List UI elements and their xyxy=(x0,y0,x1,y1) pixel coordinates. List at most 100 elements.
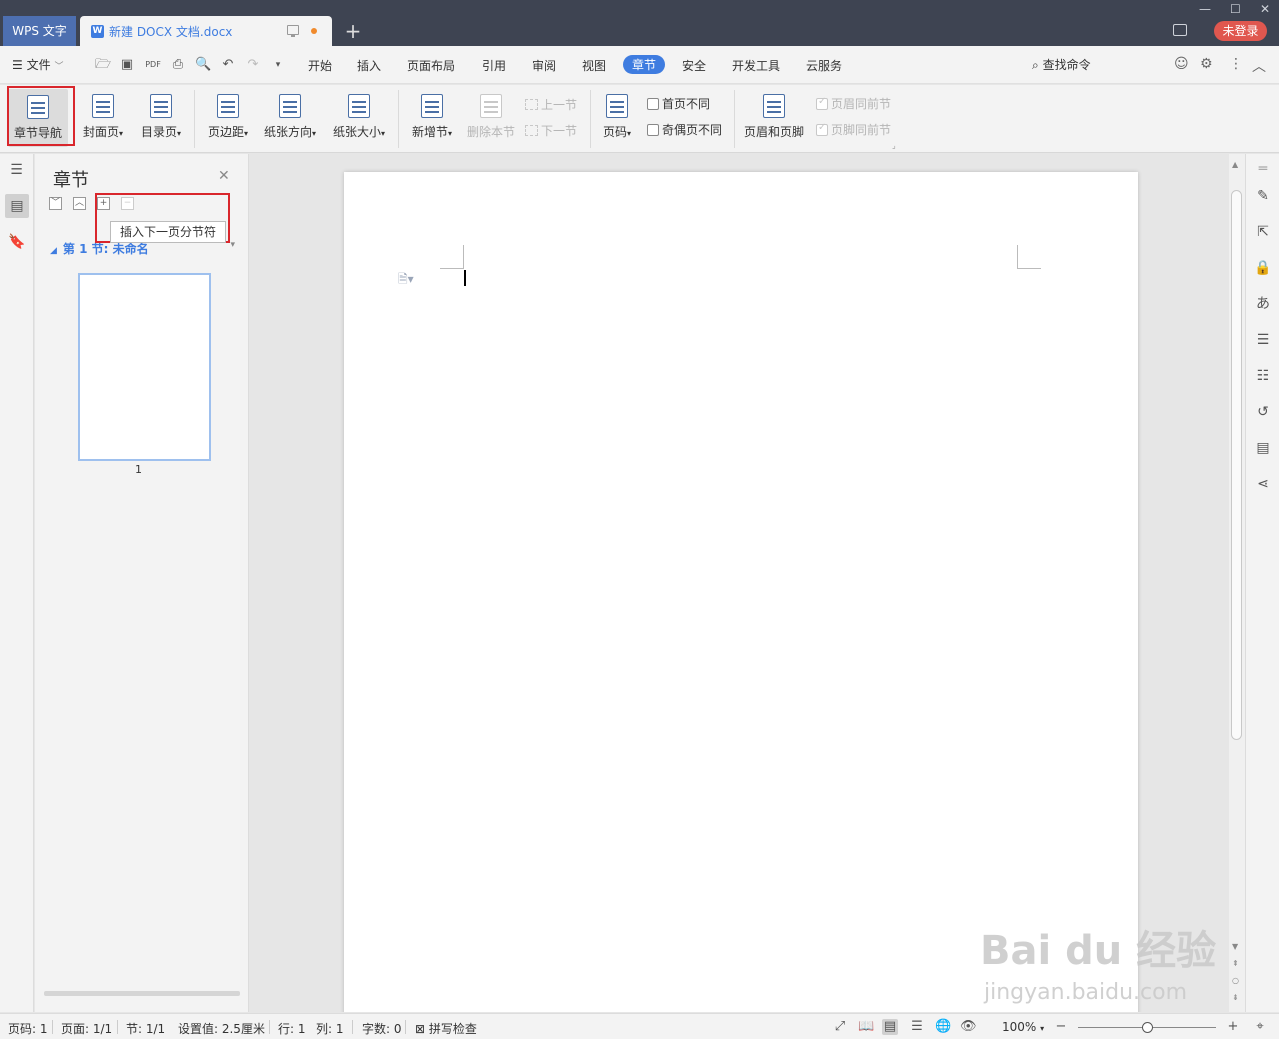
margins-button[interactable]: 页边距▾ xyxy=(202,85,254,153)
outline-view-icon[interactable]: ☰ xyxy=(909,1019,925,1035)
more-icon[interactable]: ⋮ xyxy=(1229,56,1243,72)
baidu-watermark-logo: Bai du 经验 xyxy=(980,928,1217,974)
undo-icon[interactable]: ↶ xyxy=(220,57,236,73)
settings-sliders-icon[interactable]: ☷ xyxy=(1254,367,1272,385)
odd-even-different-checkbox[interactable]: 奇偶页不同 xyxy=(647,121,722,138)
menu-review[interactable]: 审阅 xyxy=(532,57,556,74)
next-section-icon xyxy=(525,125,538,136)
bookmark-icon[interactable]: 🔖 xyxy=(8,234,25,251)
prev-section-button[interactable]: 上一节 xyxy=(525,96,577,113)
customize-icon[interactable]: ▾ xyxy=(270,57,286,73)
menu-developer[interactable]: 开发工具 xyxy=(732,57,780,74)
scroll-up-icon[interactable]: ▲ xyxy=(1232,160,1238,169)
outline-list-icon[interactable]: ☰ xyxy=(1254,331,1272,349)
checkbox-icon xyxy=(647,124,659,136)
gear-icon[interactable]: ⚙ xyxy=(1200,56,1213,72)
dialog-launcher-icon[interactable]: ⌟ xyxy=(892,141,896,150)
minimize-icon[interactable]: — xyxy=(1199,2,1211,16)
pdf-icon[interactable]: PDF xyxy=(145,57,161,73)
status-divider xyxy=(352,1020,353,1034)
menu-insert[interactable]: 插入 xyxy=(357,57,381,74)
first-page-different-checkbox[interactable]: 首页不同 xyxy=(647,95,710,112)
panel-scrollbar[interactable] xyxy=(44,991,240,996)
header-footer-icon xyxy=(763,94,785,118)
close-window-icon[interactable]: ✕ xyxy=(1260,2,1270,16)
new-section-button[interactable]: 新增节▾ xyxy=(406,85,458,153)
orientation-button[interactable]: 纸张方向▾ xyxy=(260,85,320,153)
page-thumbnail[interactable] xyxy=(78,273,211,461)
scroll-down-icon[interactable]: ▼ xyxy=(1232,942,1238,951)
highlight-box xyxy=(7,86,75,146)
print-preview-icon[interactable]: 🔍 xyxy=(195,57,211,73)
redo-icon[interactable]: ↷ xyxy=(245,57,261,73)
menu-cloud[interactable]: 云服务 xyxy=(806,57,842,74)
print-icon[interactable]: ⎙ xyxy=(170,57,186,73)
outline-icon[interactable]: ☰ xyxy=(8,162,25,179)
feedback-icon[interactable]: ☺ xyxy=(1174,56,1189,72)
reading-view-icon[interactable]: 📖 xyxy=(858,1019,874,1035)
status-column: 列: 1 xyxy=(316,1022,344,1036)
browse-object-icon[interactable]: ○ xyxy=(1232,976,1239,985)
page-number-button[interactable]: 页码▾ xyxy=(596,85,638,153)
zoom-level[interactable]: 100% ▾ xyxy=(1002,1020,1044,1034)
zoom-in-icon[interactable]: + xyxy=(1225,1019,1241,1035)
fit-page-icon[interactable]: ⌖ xyxy=(1252,1019,1268,1035)
history-icon[interactable]: ↺ xyxy=(1254,403,1272,421)
window-layout-icon[interactable] xyxy=(1173,24,1187,36)
lock-icon[interactable]: 🔒 xyxy=(1254,259,1272,277)
document-info-icon[interactable]: ▤ xyxy=(1254,439,1272,457)
baidu-watermark-url: jingyan.baidu.com xyxy=(984,980,1188,1005)
footer-same-as-prev-checkbox[interactable]: 页脚同前节 xyxy=(816,121,891,138)
document-page[interactable]: 🗎▾ xyxy=(344,172,1138,1012)
spell-check-button[interactable]: ⊠ 拼写检查 xyxy=(415,1020,477,1037)
pen-icon[interactable]: ✎ xyxy=(1254,187,1272,205)
file-menu[interactable]: ☰ 文件 ﹀ xyxy=(12,56,63,73)
document-tab[interactable]: W 新建 DOCX 文档.docx xyxy=(80,16,332,46)
app-tab[interactable]: WPS 文字 xyxy=(3,16,76,46)
zoom-slider-knob[interactable] xyxy=(1142,1022,1153,1033)
menu-section[interactable]: 章节 xyxy=(623,55,666,74)
paper-size-button[interactable]: 纸张大小▾ xyxy=(329,85,389,153)
login-button[interactable]: 未登录 xyxy=(1214,21,1267,41)
menu-page-layout[interactable]: 页面布局 xyxy=(407,57,455,74)
page-view-icon[interactable]: ▤ xyxy=(882,1019,898,1035)
menu-references[interactable]: 引用 xyxy=(482,57,506,74)
drag-handle-icon: ═ xyxy=(1258,161,1268,177)
menu-home[interactable]: 开始 xyxy=(308,57,332,74)
maximize-icon[interactable]: ☐ xyxy=(1230,2,1241,16)
zoom-out-icon[interactable]: − xyxy=(1053,1019,1069,1035)
translate-icon[interactable]: あ xyxy=(1254,295,1272,313)
close-icon[interactable]: ✕ xyxy=(218,168,230,184)
collapse-all-icon[interactable]: ︿ xyxy=(73,197,86,210)
menu-view[interactable]: 视图 xyxy=(582,57,606,74)
vertical-scrollbar[interactable]: ▲ ▼ ⇞ ○ ⇟ xyxy=(1229,154,1245,1012)
toc-page-button[interactable]: 目录页▾ xyxy=(136,85,186,153)
save-icon[interactable]: ▣ xyxy=(119,57,135,73)
page-number-label: 页码▾ xyxy=(602,125,632,139)
paragraph-options-icon[interactable]: 🗎▾ xyxy=(398,270,414,291)
section-panel-icon[interactable]: ▤ xyxy=(5,194,29,218)
cover-page-button[interactable]: 封面页▾ xyxy=(78,85,128,153)
screen-icon[interactable] xyxy=(287,25,299,37)
status-divider xyxy=(269,1020,270,1034)
fullscreen-icon[interactable]: ⤢ xyxy=(832,1019,848,1035)
expand-all-icon[interactable]: ﹀ xyxy=(49,197,62,210)
share-icon[interactable]: ⋖ xyxy=(1254,475,1272,493)
next-page-icon[interactable]: ⇟ xyxy=(1232,993,1239,1002)
prev-page-icon[interactable]: ⇞ xyxy=(1232,959,1239,968)
new-tab-button[interactable]: + xyxy=(342,16,364,46)
eye-protection-icon[interactable]: 👁 xyxy=(960,1019,977,1035)
scrollbar-thumb[interactable] xyxy=(1231,190,1242,740)
collapse-ribbon-icon[interactable]: ︿ xyxy=(1252,56,1266,76)
open-icon[interactable]: 🗁 xyxy=(95,57,111,73)
header-footer-button[interactable]: 页眉和页脚 xyxy=(741,85,807,153)
dropdown-icon[interactable]: ▾ xyxy=(230,240,235,250)
ribbon-divider xyxy=(590,90,591,148)
delete-section-button[interactable]: 删除本节 xyxy=(465,85,517,153)
find-command[interactable]: ⌕ 查找命令 xyxy=(1032,56,1091,73)
menu-security[interactable]: 安全 xyxy=(682,57,706,74)
web-view-icon[interactable]: 🌐 xyxy=(935,1019,951,1035)
next-section-button[interactable]: 下一节 xyxy=(525,122,577,139)
select-icon[interactable]: ⇱ xyxy=(1254,223,1272,241)
header-same-as-prev-checkbox[interactable]: 页眉同前节 xyxy=(816,95,891,112)
